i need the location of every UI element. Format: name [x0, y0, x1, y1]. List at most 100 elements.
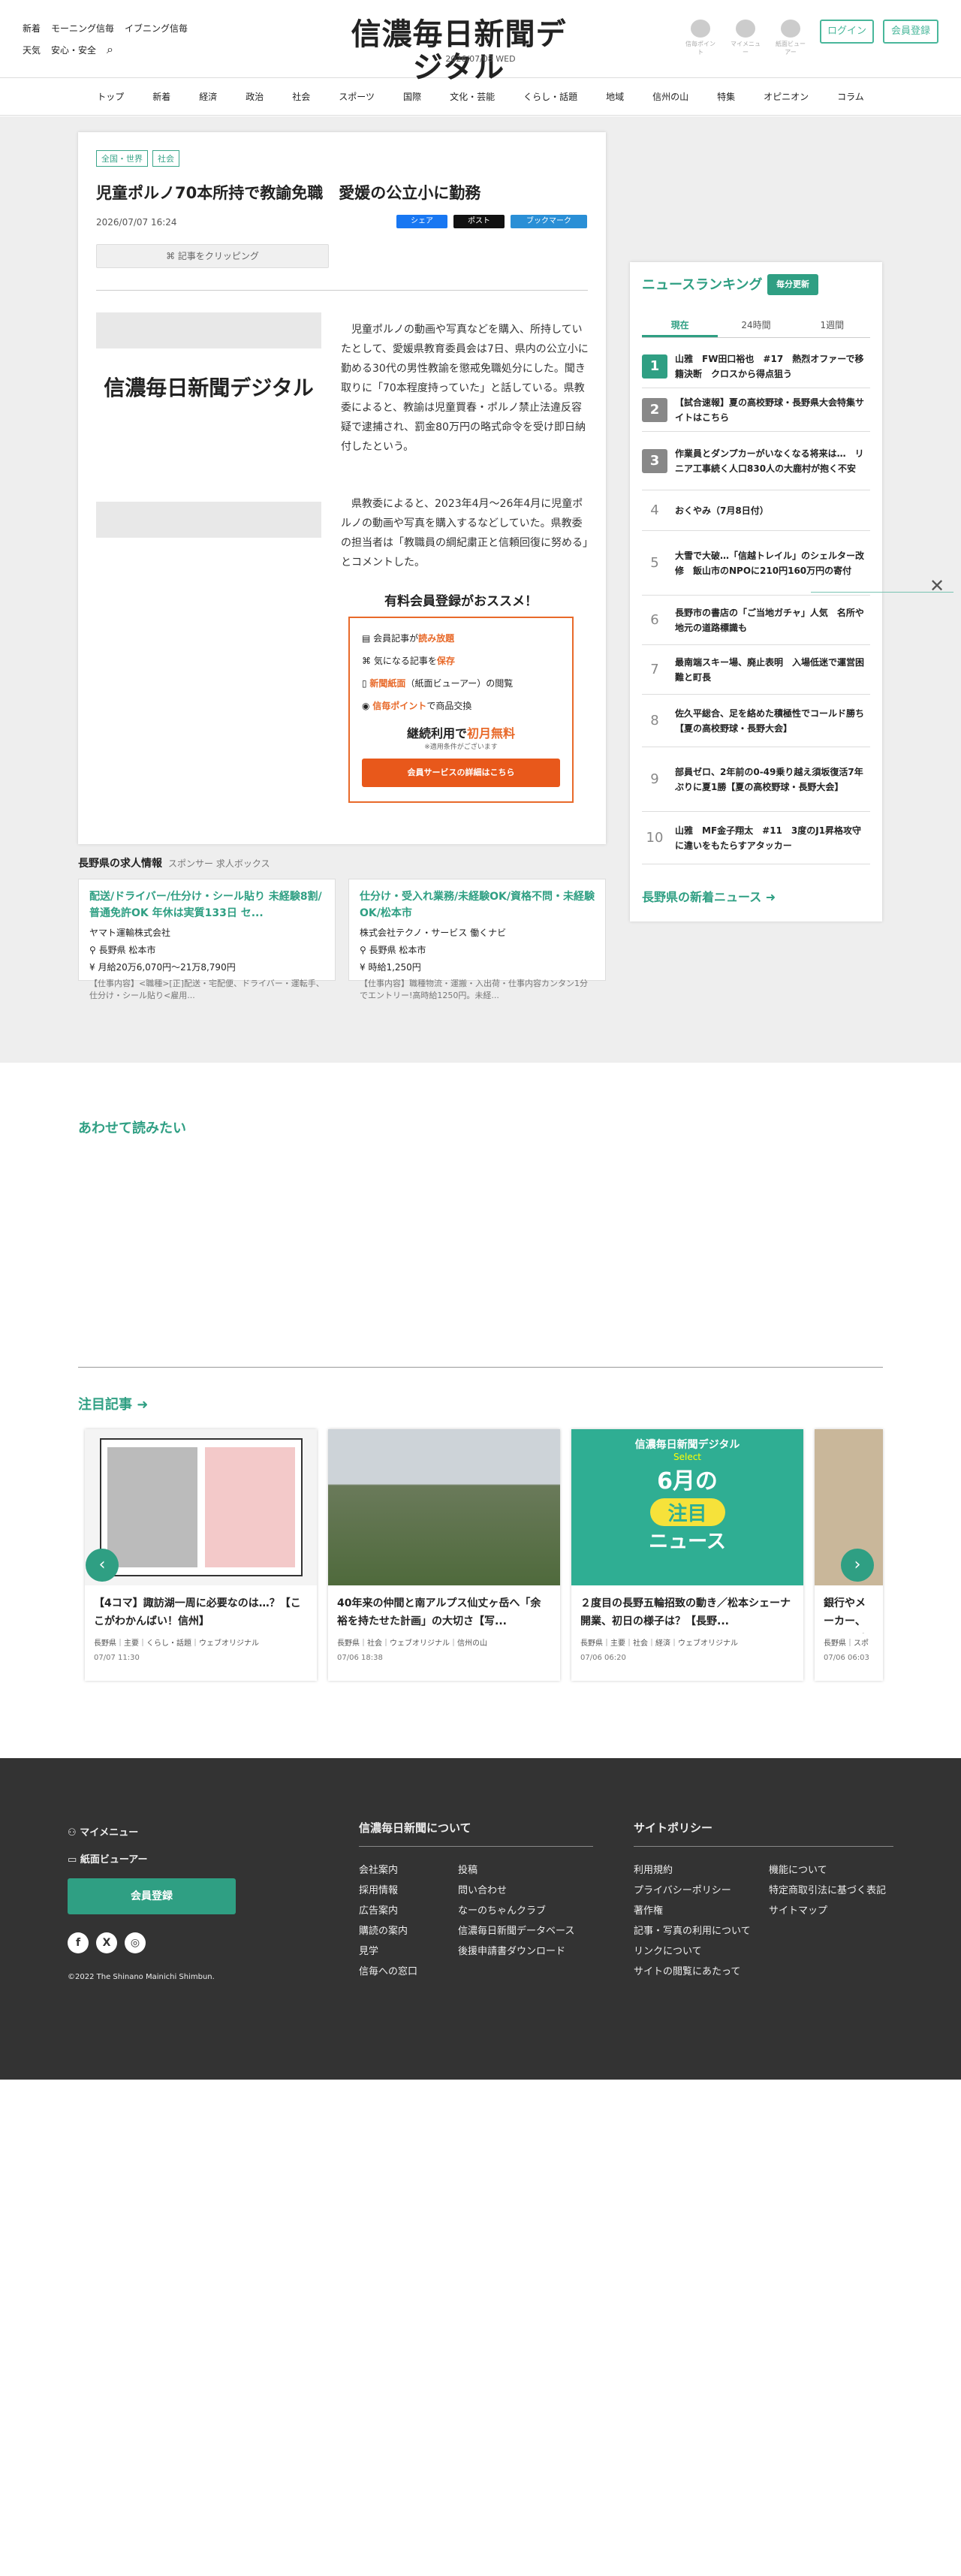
manga-image	[85, 1429, 317, 1585]
footer-link[interactable]: 後援申請書ダウンロード	[458, 1941, 574, 1962]
footer-link[interactable]: 特定商取引法に基づく表記	[769, 1881, 886, 1901]
jobs-heading: 長野県の求人情報 スポンサー 求人ボックス	[78, 858, 270, 870]
mymenu-link[interactable]: ⚇ マイメニュー	[68, 1820, 148, 1847]
ranking-item[interactable]: 4 おくやみ（7月8日付）	[642, 490, 870, 531]
footer-link[interactable]: 採用情報	[359, 1881, 458, 1901]
featured-card[interactable]: 【4コマ】諏訪湖一周に必要なのは…？【ここがわかんばい！信州】 長野県｜主要｜く…	[85, 1429, 317, 1681]
register-button[interactable]: 会員登録	[883, 20, 938, 44]
footer-register-button[interactable]: 会員登録	[68, 1878, 236, 1914]
footer-link[interactable]: 会社案内	[359, 1860, 458, 1881]
ranking-item[interactable]: 7 最南端スキー場、廃止表明 入場低迷で運営困難と町長	[642, 645, 870, 695]
tab-1week[interactable]: 1週間	[794, 313, 870, 337]
featured-card[interactable]: 40年来の仲間と南アルプス仙丈ヶ岳へ「余裕を持たせた計画」の大切さ【写... 長…	[328, 1429, 560, 1681]
tag[interactable]: 社会	[152, 150, 179, 167]
facebook-icon[interactable]: f	[68, 1932, 89, 1953]
promo-item: ⌘ 気になる記事を保存	[362, 656, 455, 666]
ad-placeholder	[96, 502, 321, 538]
june-news-banner: 信濃毎日新聞デジタル Select 6月の 注目 ニュース	[571, 1429, 803, 1585]
book-icon: ▭	[68, 1854, 80, 1866]
user-icon: ⚇	[68, 1827, 80, 1838]
related-title: あわせて読みたい	[78, 1121, 186, 1136]
clip-button[interactable]: ⌘ 記事をクリッピング	[96, 244, 329, 268]
carousel-next-button[interactable]: ›	[841, 1549, 874, 1582]
footer-link[interactable]: 広告案内	[359, 1901, 458, 1921]
article-date: 2026/07/07 16:24	[96, 217, 177, 228]
site-header: 新着 モーニング信毎 イブニング信毎 天気 安心・安全 ⌕ 信濃毎日新聞デジタル 202…	[0, 0, 961, 84]
nav-item[interactable]: 経済	[199, 90, 217, 103]
promo-item: ◉ 信毎ポイントで商品交換	[362, 701, 472, 711]
ranking-item[interactable]: 6 長野市の書店の「ご当地ガチャ」人気 名所や地元の道路標識も	[642, 596, 870, 645]
footer-link[interactable]: 著作権	[634, 1901, 769, 1921]
tab-24h[interactable]: 24時間	[718, 313, 794, 337]
ranking-item[interactable]: 9 部員ゼロ、2年前の0-49乗り越え須坂復活7年ぶりに夏1勝【夏の高校野球・長野…	[642, 747, 870, 812]
nav-item[interactable]: くらし・話題	[523, 90, 577, 103]
promo-note: ※適用条件がございます	[424, 744, 498, 751]
x-post-button[interactable]: ポスト	[453, 215, 505, 228]
header-icons: 信毎ポイント マイメニュー 紙面ビューアー	[683, 20, 808, 56]
ranking-item[interactable]: 8 佐久平総合、足を絡めた積極性でコールド勝ち【夏の高校野球・長野大会】	[642, 695, 870, 747]
mountain-photo	[328, 1429, 560, 1585]
footer-link[interactable]: 信濃毎日新聞データベース	[458, 1921, 574, 1941]
yen-icon: ¥	[360, 962, 369, 973]
nav-item[interactable]: 信州の山	[652, 90, 688, 103]
link-new[interactable]: 新着	[23, 23, 41, 34]
ranking-item[interactable]: 1 山雅 FW田口裕也 #17 熱烈オファーで移籍決断 クロスから得点狙う	[642, 345, 870, 388]
mymenu-icon[interactable]: マイメニュー	[728, 20, 763, 56]
job-card[interactable]: 仕分け・受入れ業務/未経験OK/資格不問・未経験OK/松本市 株式会社テクノ・サ…	[348, 879, 606, 1000]
x-icon[interactable]: X	[96, 1932, 117, 1953]
link-evening[interactable]: イブニング信毎	[125, 23, 188, 34]
ranking-item[interactable]: 3 作業員とダンプカーがいなくなる将来は… リニア工事続く人口830人の大鹿村が抱…	[642, 432, 870, 490]
article-image-logo: 信濃毎日新聞デジタル	[104, 376, 314, 400]
nav-item[interactable]: スポーツ	[339, 90, 375, 103]
article-title: 児童ポルノ70本所持で教諭免職 愛媛の公立小に勤務	[96, 184, 481, 202]
footer-link[interactable]: プライバシーポリシー	[634, 1881, 769, 1901]
featured-card[interactable]: 信濃毎日新聞デジタル Select 6月の 注目 ニュース ２度目の長野五輪招致…	[571, 1429, 803, 1681]
instagram-icon[interactable]: ◎	[125, 1932, 146, 1953]
promo-free-text: 継続利用で初月無料	[406, 726, 516, 741]
viewer-icon[interactable]: 紙面ビューアー	[773, 20, 808, 56]
facebook-share-button[interactable]: シェア	[396, 215, 447, 228]
footer-link[interactable]: 機能について	[769, 1860, 886, 1881]
tab-now[interactable]: 現在	[642, 313, 718, 337]
featured-title[interactable]: 注目記事 ➜	[78, 1394, 148, 1413]
nav-item[interactable]: コラム	[837, 90, 864, 103]
site-logo[interactable]: 信濃毎日新聞デジタル	[350, 18, 568, 84]
footer-link[interactable]: なーのちゃんクラブ	[458, 1901, 574, 1921]
nav-item[interactable]: 新着	[152, 90, 170, 103]
ranking-item[interactable]: 10 山雅 MF金子翔太 #11 3度のJ1昇格攻守に違いをもたらすアタッカー	[642, 812, 870, 864]
ranking-item[interactable]: 5 大雪で大破…「信越トレイル」のシェルター改修 飯山市のNPOに210円160万…	[642, 531, 870, 596]
footer-link[interactable]: 投稿	[458, 1860, 574, 1881]
ad-placeholder	[96, 312, 321, 348]
close-icon[interactable]: ✕	[929, 575, 944, 596]
nav-item[interactable]: トップ	[97, 90, 124, 103]
nav-item[interactable]: 特集	[717, 90, 735, 103]
viewer-link[interactable]: ▭ 紙面ビューアー	[68, 1847, 148, 1874]
nav-item[interactable]: 国際	[403, 90, 421, 103]
nav-item[interactable]: 文化・芸能	[450, 90, 495, 103]
footer-link[interactable]: 購読の案内	[359, 1921, 458, 1941]
membership-details-button[interactable]: 会員サービスの詳細はこちら	[362, 759, 560, 787]
ranking-item[interactable]: 2 【試合速報】夏の高校野球・長野県大会特集サイトはこちら	[642, 388, 870, 432]
footer-link[interactable]: リンクについて	[634, 1941, 769, 1962]
login-button[interactable]: ログイン	[820, 20, 874, 44]
footer-link[interactable]: 見学	[359, 1941, 458, 1962]
footer-link[interactable]: 信毎への窓口	[359, 1962, 458, 1982]
footer-link[interactable]: サイトの閲覧にあたって	[634, 1962, 769, 1982]
link-morning[interactable]: モーニング信毎	[51, 23, 114, 34]
footer-link[interactable]: サイトマップ	[769, 1901, 886, 1921]
ranking-update-badge: 毎分更新	[767, 274, 818, 295]
hatena-bookmark-button[interactable]: ブックマーク	[511, 215, 587, 228]
nav-item[interactable]: 社会	[292, 90, 310, 103]
point-icon[interactable]: 信毎ポイント	[683, 20, 718, 56]
carousel-prev-button[interactable]: ‹	[86, 1549, 119, 1582]
tag[interactable]: 全国・世界	[96, 150, 148, 167]
footer-link[interactable]: 利用規約	[634, 1860, 769, 1881]
nav-item[interactable]: オピニオン	[764, 90, 809, 103]
footer-link[interactable]: 記事・写真の利用について	[634, 1921, 769, 1941]
article-body-p1: 児童ポルノの動画や写真などを購入、所持していたとして、愛媛県教育委員会は7日、県…	[341, 324, 589, 453]
nav-item[interactable]: 政治	[246, 90, 264, 103]
job-card[interactable]: 配送/ドライバー/仕分け・シール貼り 未経験8割/普通免許OK 年休は実質133…	[78, 879, 336, 1000]
nagano-news-link[interactable]: 長野県の新着ニュース ➜	[642, 887, 776, 905]
nav-item[interactable]: 地域	[606, 90, 624, 103]
footer-link[interactable]: 問い合わせ	[458, 1881, 574, 1901]
